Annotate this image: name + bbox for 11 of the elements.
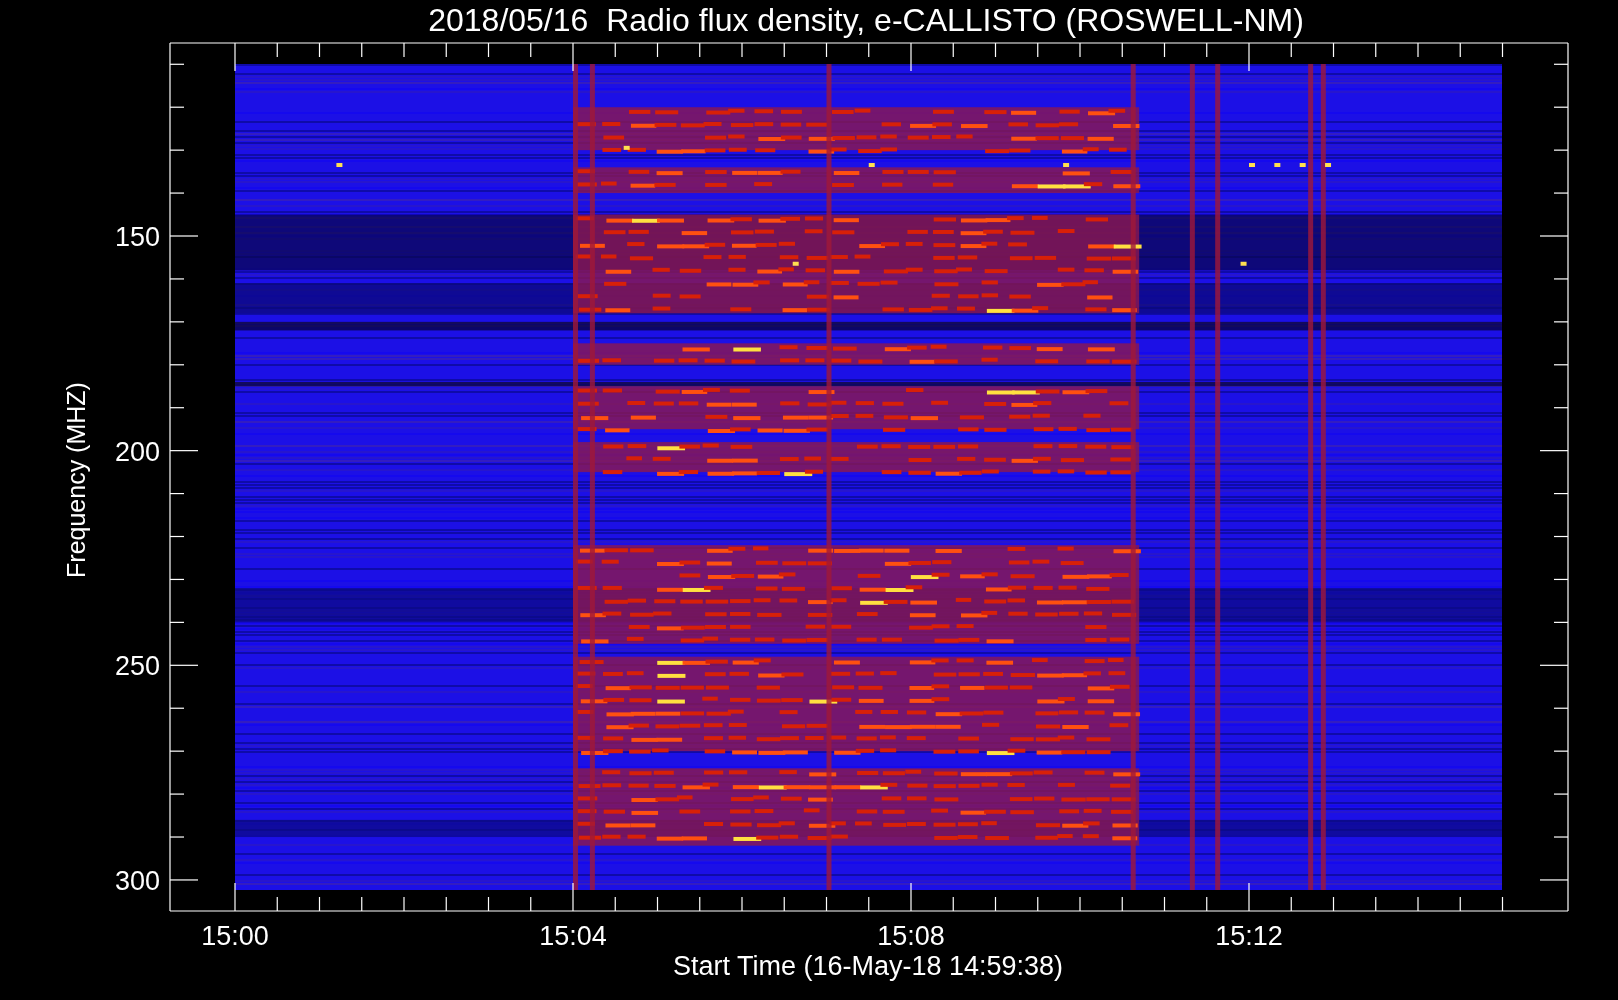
- x-tick-label: 15:04: [539, 921, 607, 951]
- y-tick-label: 200: [114, 436, 160, 467]
- y-tick-label: 300: [114, 865, 160, 896]
- chart-title: 2018/05/16 Radio flux density, e-CALLISTO (ROSWELL-NM): [428, 2, 1304, 38]
- x-tick-label: 15:12: [1215, 921, 1283, 951]
- x-tick-label: 15:08: [877, 921, 945, 951]
- x-tick-label: 15:00: [201, 921, 269, 951]
- x-axis-label: Start Time (16-May-18 14:59:38): [672, 951, 1064, 981]
- y-axis-label: Frequency (MHZ): [62, 382, 90, 578]
- y-tick-label: 150: [114, 222, 160, 252]
- y-tick-label: 250: [114, 651, 160, 682]
